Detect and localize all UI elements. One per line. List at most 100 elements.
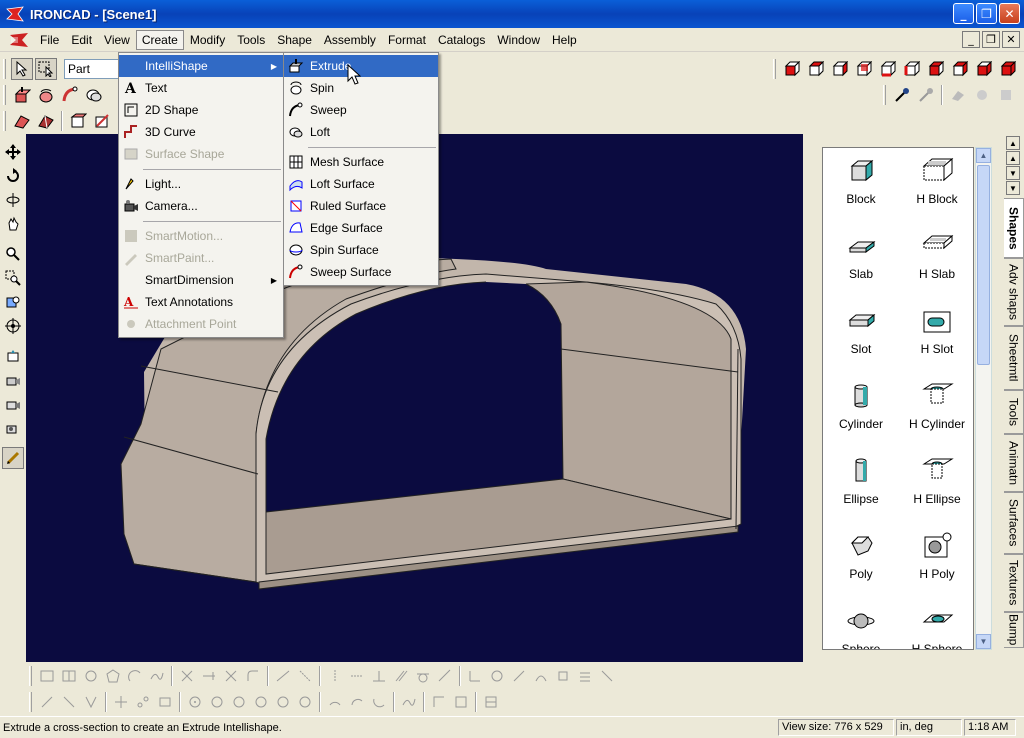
nav-up-icon[interactable]: ▲ — [1006, 151, 1020, 165]
doc-minimize-button[interactable]: _ — [962, 31, 980, 48]
tab-sheetmtl[interactable]: Sheetmtl — [1004, 326, 1024, 390]
nav-down-icon[interactable]: ▼ — [1006, 166, 1020, 180]
spline-draw-icon[interactable] — [399, 692, 419, 712]
extend-tool-icon[interactable] — [199, 666, 219, 686]
menu-item-spin-surface[interactable]: Spin Surface — [284, 239, 438, 261]
menu-item-spin[interactable]: Spin — [284, 77, 438, 99]
shell-icon[interactable] — [11, 110, 33, 132]
move-curve-icon[interactable] — [531, 666, 551, 686]
menu-item-smartmotion[interactable]: SmartMotion... — [119, 225, 283, 247]
corner-icon[interactable] — [429, 692, 449, 712]
view-cube-bottom-icon[interactable] — [877, 58, 899, 80]
rectangle-tool-icon[interactable] — [37, 666, 57, 686]
perpendicular-icon[interactable] — [369, 666, 389, 686]
view-cube-front-icon[interactable] — [781, 58, 803, 80]
view-cube-left-icon[interactable] — [901, 58, 923, 80]
catalog-item-h-block[interactable]: H Block — [899, 148, 973, 223]
node-tool-icon[interactable] — [133, 692, 153, 712]
circle-dia-icon[interactable] — [295, 692, 315, 712]
tab-adv-shaps[interactable]: Adv shaps — [1004, 258, 1024, 326]
chamfer-icon[interactable] — [67, 110, 89, 132]
menu-item-edge-surface[interactable]: Edge Surface — [284, 217, 438, 239]
catalog-item-h-ellipse[interactable]: H Ellipse — [899, 448, 973, 523]
menu-tools[interactable]: Tools — [231, 30, 271, 50]
menu-item-smartdimension[interactable]: SmartDimension ▶ — [119, 269, 283, 291]
slot-draw-icon[interactable] — [451, 692, 471, 712]
vertical-line-icon[interactable] — [325, 666, 345, 686]
loft-tool-icon[interactable] — [83, 84, 105, 106]
menu-file[interactable]: File — [34, 30, 65, 50]
arc-3pt-icon[interactable] — [325, 692, 345, 712]
menu-item-camera[interactable]: Camera... — [119, 195, 283, 217]
view-cube-iso-icon[interactable] — [925, 58, 947, 80]
zoom-fit-icon[interactable] — [2, 291, 24, 313]
nav-last-icon[interactable]: ▼ — [1006, 181, 1020, 195]
menu-window[interactable]: Window — [491, 30, 546, 50]
menu-item-sweep[interactable]: Sweep — [284, 99, 438, 121]
menu-item-surface-shape[interactable]: Surface Shape — [119, 143, 283, 165]
menu-item-loft-surface[interactable]: Loft Surface — [284, 173, 438, 195]
menu-catalogs[interactable]: Catalogs — [432, 30, 491, 50]
restore-button[interactable]: ❐ — [976, 3, 997, 24]
catalog-item-slab[interactable]: Slab — [823, 223, 899, 298]
tab-textures[interactable]: Textures — [1004, 554, 1024, 612]
tangent-icon[interactable] — [413, 666, 433, 686]
dimension-tool-icon[interactable] — [273, 666, 293, 686]
menu-item-text-annotations[interactable]: A Text Annotations — [119, 291, 283, 313]
view-cube-iso3-icon[interactable] — [973, 58, 995, 80]
view-cube-all-icon[interactable] — [997, 58, 1019, 80]
lines-icon[interactable] — [575, 666, 595, 686]
catalog-item-sphere[interactable]: Sphere — [823, 598, 899, 649]
fillet-tool-icon[interactable] — [243, 666, 263, 686]
menu-item-intellishape[interactable]: IntelliShape ▶ — [119, 55, 283, 77]
line-tool-icon[interactable] — [37, 692, 57, 712]
catalog-item-block[interactable]: Block — [823, 148, 899, 223]
menu-item-mesh-surface[interactable]: Mesh Surface — [284, 151, 438, 173]
scale-icon[interactable] — [553, 666, 573, 686]
view-cube-back-icon[interactable] — [853, 58, 875, 80]
sweep-tool-icon[interactable] — [59, 84, 81, 106]
smartpaint-icon[interactable] — [947, 84, 969, 106]
tab-bump[interactable]: Bump — [1004, 612, 1024, 648]
angle-line-icon[interactable] — [81, 692, 101, 712]
circle-3pt-icon[interactable] — [207, 692, 227, 712]
doc-close-button[interactable]: ✕ — [1002, 31, 1020, 48]
arc-tool-icon[interactable] — [125, 666, 145, 686]
circle-center-icon[interactable] — [185, 692, 205, 712]
menu-help[interactable]: Help — [546, 30, 583, 50]
catalog-item-h-sphere[interactable]: H Sphere — [899, 598, 973, 649]
nav-first-icon[interactable]: ▲ — [1006, 136, 1020, 150]
spline-tool-icon[interactable] — [147, 666, 167, 686]
close-button[interactable]: ✕ — [999, 3, 1020, 24]
render-icon[interactable] — [971, 84, 993, 106]
menu-modify[interactable]: Modify — [184, 30, 231, 50]
scroll-thumb[interactable] — [977, 165, 990, 365]
eyedropper-icon[interactable] — [891, 84, 913, 106]
rotate-icon[interactable] — [2, 165, 24, 187]
menu-item-attachment-point[interactable]: Attachment Point — [119, 313, 283, 335]
blend-icon[interactable] — [35, 110, 57, 132]
select-arrow-icon[interactable] — [11, 58, 33, 80]
catalog-scrollbar[interactable]: ▲ ▼ — [975, 147, 992, 650]
parallel-icon[interactable] — [391, 666, 411, 686]
arc-tangent-icon[interactable] — [369, 692, 389, 712]
split-tool-icon[interactable] — [221, 666, 241, 686]
zoom-window-icon[interactable] — [2, 267, 24, 289]
camera-walk-icon[interactable] — [2, 345, 24, 367]
menu-item-ruled-surface[interactable]: Ruled Surface — [284, 195, 438, 217]
catalog-item-ellipse[interactable]: Ellipse — [823, 448, 899, 523]
doc-restore-button[interactable]: ❐ — [982, 31, 1000, 48]
grid-rect-icon[interactable] — [59, 666, 79, 686]
offset-icon[interactable] — [435, 666, 455, 686]
circle-tool-icon[interactable] — [81, 666, 101, 686]
look-at-icon[interactable] — [2, 315, 24, 337]
tab-animatn[interactable]: Animatn — [1004, 434, 1024, 492]
zoom-icon[interactable] — [2, 243, 24, 265]
tab-shapes[interactable]: Shapes — [1004, 198, 1024, 258]
edit-icon[interactable] — [91, 110, 113, 132]
view-cube-iso2-icon[interactable] — [949, 58, 971, 80]
select-box-icon[interactable] — [35, 58, 57, 80]
extrude-tool-icon[interactable] — [11, 84, 33, 106]
view-cube-top-icon[interactable] — [805, 58, 827, 80]
scroll-up-icon[interactable]: ▲ — [976, 148, 991, 163]
